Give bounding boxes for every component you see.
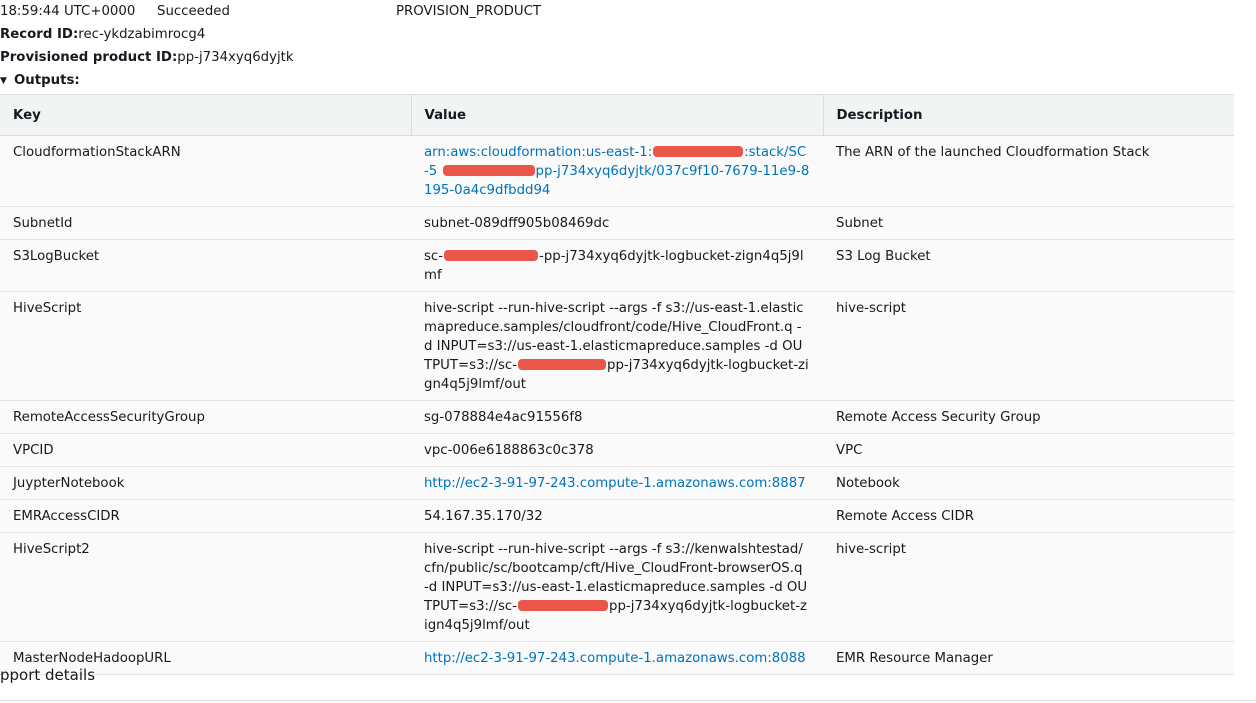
- table-row: EMRAccessCIDR 54.167.35.170/32 Remote Ac…: [0, 499, 1234, 533]
- output-key: SubnetId: [0, 206, 411, 240]
- output-description: VPC: [823, 433, 1234, 467]
- table-row: S3LogBucket sc- -pp-j734xyq6dyjtk-logbuck…: [0, 239, 1234, 292]
- table-row: RemoteAccessSecurityGroup sg-078884e4ac9…: [0, 400, 1234, 434]
- table-row: JuypterNotebook http://ec2-3-91-97-243.c…: [0, 466, 1234, 500]
- redaction-mark: [518, 600, 609, 611]
- provisioned-product-id-line: Provisioned product ID:pp-j734xyq6dyjtk: [0, 49, 294, 67]
- event-type: PROVISION_PRODUCT: [396, 4, 542, 19]
- output-description: EMR Resource Manager: [823, 641, 1234, 675]
- event-status: Succeeded: [157, 4, 230, 19]
- output-description: The ARN of the launched Cloudformation S…: [823, 135, 1234, 207]
- output-key: HiveScript: [0, 291, 411, 401]
- table-row: MasterNodeHadoopURL http://ec2-3-91-97-2…: [0, 641, 1234, 675]
- table-row: CloudformationStackARN arn:aws:cloudform…: [0, 135, 1234, 207]
- table-row: SubnetId subnet-089dff905b08469dc Subnet: [0, 206, 1234, 240]
- redaction-mark: [442, 165, 535, 176]
- output-key: S3LogBucket: [0, 239, 411, 292]
- outputs-toggle[interactable]: ▼ Outputs:: [0, 72, 80, 90]
- output-value: sc- -pp-j734xyq6dyjtk-logbucket-zign4q5j9…: [411, 239, 823, 292]
- output-value: http://ec2-3-91-97-243.compute-1.amazona…: [411, 466, 823, 500]
- output-description: hive-script: [823, 291, 1234, 401]
- output-value: 54.167.35.170/32: [411, 499, 823, 533]
- record-id-line: Record ID:rec-ykdzabimrocg4: [0, 26, 205, 44]
- output-key: RemoteAccessSecurityGroup: [0, 400, 411, 434]
- output-value: subnet-089dff905b08469dc: [411, 206, 823, 240]
- output-value: hive-script --run-hive-script --args -f …: [411, 532, 823, 642]
- table-row: VPCID vpc-006e6188863c0c378 VPC: [0, 433, 1234, 467]
- table-row: HiveScript hive-script --run-hive-script…: [0, 291, 1234, 401]
- column-header-description: Description: [822, 94, 1234, 136]
- output-key: CloudformationStackARN: [0, 135, 411, 207]
- event-time: 18:59:44 UTC+0000: [0, 4, 136, 19]
- outputs-table: Key Value Description CloudformationStac…: [0, 94, 1234, 675]
- column-header-value: Value: [410, 94, 823, 136]
- output-key: EMRAccessCIDR: [0, 499, 411, 533]
- output-key: VPCID: [0, 433, 411, 467]
- outputs-label: Outputs:: [14, 73, 80, 88]
- divider: [0, 700, 1256, 701]
- redaction-mark: [444, 250, 539, 261]
- redaction-mark: [518, 359, 607, 370]
- support-details-section-header[interactable]: pport details: [0, 665, 95, 685]
- output-value: sg-078884e4ac91556f8: [411, 400, 823, 434]
- stack-arn-link[interactable]: arn:aws:cloudformation:us-east-1::stack/…: [424, 145, 809, 198]
- output-key: HiveScript2: [0, 532, 411, 642]
- output-key: JuypterNotebook: [0, 466, 411, 500]
- outputs-header-row: Key Value Description: [0, 94, 1234, 136]
- record-id-value: rec-ykdzabimrocg4: [78, 27, 206, 42]
- output-description: Subnet: [823, 206, 1234, 240]
- caret-down-icon: ▼: [0, 76, 7, 86]
- redaction-mark: [653, 146, 744, 157]
- table-row: HiveScript2 hive-script --run-hive-scrip…: [0, 532, 1234, 642]
- provisioned-product-id-value: pp-j734xyq6dyjtk: [177, 50, 294, 65]
- output-value: hive-script --run-hive-script --args -f …: [411, 291, 823, 401]
- jupyter-notebook-link[interactable]: http://ec2-3-91-97-243.compute-1.amazona…: [424, 476, 806, 491]
- output-value: arn:aws:cloudformation:us-east-1::stack/…: [411, 135, 823, 207]
- provisioning-event-page: 18:59:44 UTC+0000 Succeeded PROVISION_PR…: [0, 0, 1256, 703]
- output-description: Notebook: [823, 466, 1234, 500]
- column-header-key: Key: [0, 94, 411, 136]
- output-description: Remote Access CIDR: [823, 499, 1234, 533]
- output-description: Remote Access Security Group: [823, 400, 1234, 434]
- output-value: vpc-006e6188863c0c378: [411, 433, 823, 467]
- output-value: http://ec2-3-91-97-243.compute-1.amazona…: [411, 641, 823, 675]
- provisioned-product-id-label: Provisioned product ID:: [0, 50, 178, 65]
- record-id-label: Record ID:: [0, 27, 79, 42]
- hadoop-url-link[interactable]: http://ec2-3-91-97-243.compute-1.amazona…: [424, 651, 806, 666]
- output-description: hive-script: [823, 532, 1234, 642]
- output-description: S3 Log Bucket: [823, 239, 1234, 292]
